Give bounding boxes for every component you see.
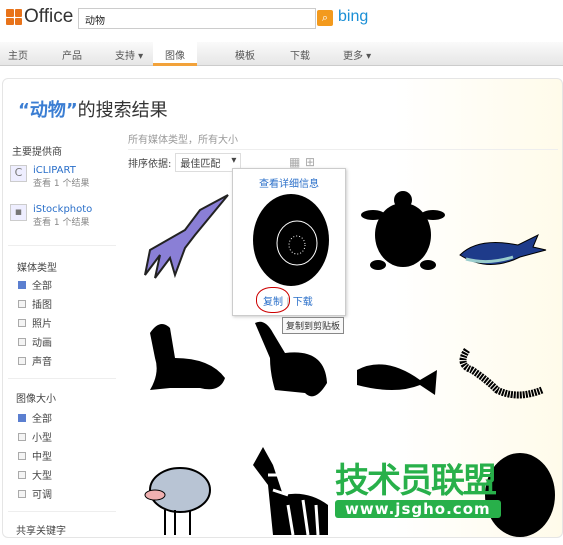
page-title: “动物”的搜索结果: [18, 100, 168, 121]
nav-images[interactable]: 图像: [153, 42, 197, 66]
result-image-whale[interactable]: [458, 200, 548, 290]
view-details-link[interactable]: 查看详细信息: [233, 175, 345, 190]
result-image-turtle[interactable]: [358, 190, 448, 280]
media-all[interactable]: 全部: [18, 277, 52, 292]
media-sound[interactable]: 声音: [18, 353, 52, 368]
iclipart-icon: C: [10, 165, 27, 182]
nav-support[interactable]: 支持 ▾: [115, 47, 143, 62]
nav-downloads[interactable]: 下载: [290, 47, 310, 62]
divider: [8, 511, 116, 512]
nav-home[interactable]: 主页: [8, 47, 28, 62]
provider-istockphoto[interactable]: ▪ iStockphoto 查看 1 个结果: [10, 204, 92, 228]
bing-logo: bing: [338, 8, 369, 25]
divider: [8, 245, 116, 246]
size-large[interactable]: 大型: [18, 467, 52, 482]
media-animation[interactable]: 动画: [18, 334, 52, 349]
size-heading: 图像大小: [16, 394, 56, 405]
large-view-icon[interactable]: ⊞: [305, 155, 315, 169]
size-scalable[interactable]: 可调: [18, 486, 52, 501]
result-image-sheep[interactable]: [140, 455, 230, 545]
media-clipart[interactable]: 插图: [18, 296, 52, 311]
provider-iclipart[interactable]: CiCLIPART 查看 1 个结果: [10, 165, 89, 189]
media-heading: 媒体类型: [17, 263, 57, 274]
sort-control: 排序依据: 最佳匹配 ▾: [128, 153, 242, 172]
divider: [8, 378, 116, 379]
result-image-walrus[interactable]: [140, 318, 230, 408]
search-input[interactable]: 动物: [78, 8, 316, 29]
size-medium[interactable]: 中型: [18, 448, 52, 463]
shared-keywords-heading: 共享关键字: [16, 526, 66, 537]
result-image-zebra[interactable]: [248, 445, 338, 535]
nav-bar: 主页 产品 支持 ▾ 图像 模板 下载 更多 ▾: [0, 42, 563, 66]
result-image-ammonite[interactable]: [251, 191, 331, 289]
download-link[interactable]: 下载: [293, 297, 313, 308]
grid-view-icon[interactable]: ▦: [289, 155, 300, 169]
filter-summary: 所有媒体类型，所有大小: [128, 131, 558, 150]
watermark: 技术员联盟 www.jsgho.com: [335, 463, 501, 518]
size-all[interactable]: 全部: [18, 410, 52, 425]
istockphoto-icon: ▪: [10, 204, 27, 221]
size-small[interactable]: 小型: [18, 429, 52, 444]
media-photo[interactable]: 照片: [18, 315, 52, 330]
search-icon[interactable]: ⌕: [317, 10, 333, 26]
result-image-squid[interactable]: [140, 190, 230, 280]
result-image-sperm-whale[interactable]: [355, 335, 445, 425]
nav-more[interactable]: 更多 ▾: [343, 47, 371, 62]
result-image-worm[interactable]: [457, 330, 547, 420]
office-logo[interactable]: Office: [6, 6, 73, 28]
office-logo-icon: [6, 9, 22, 25]
providers-heading: 主要提供商: [12, 147, 62, 158]
nav-templates[interactable]: 模板: [235, 47, 255, 62]
copy-highlight-circle: [256, 287, 290, 313]
copy-tooltip: 复制到剪贴板: [282, 317, 345, 334]
nav-products[interactable]: 产品: [62, 47, 82, 62]
